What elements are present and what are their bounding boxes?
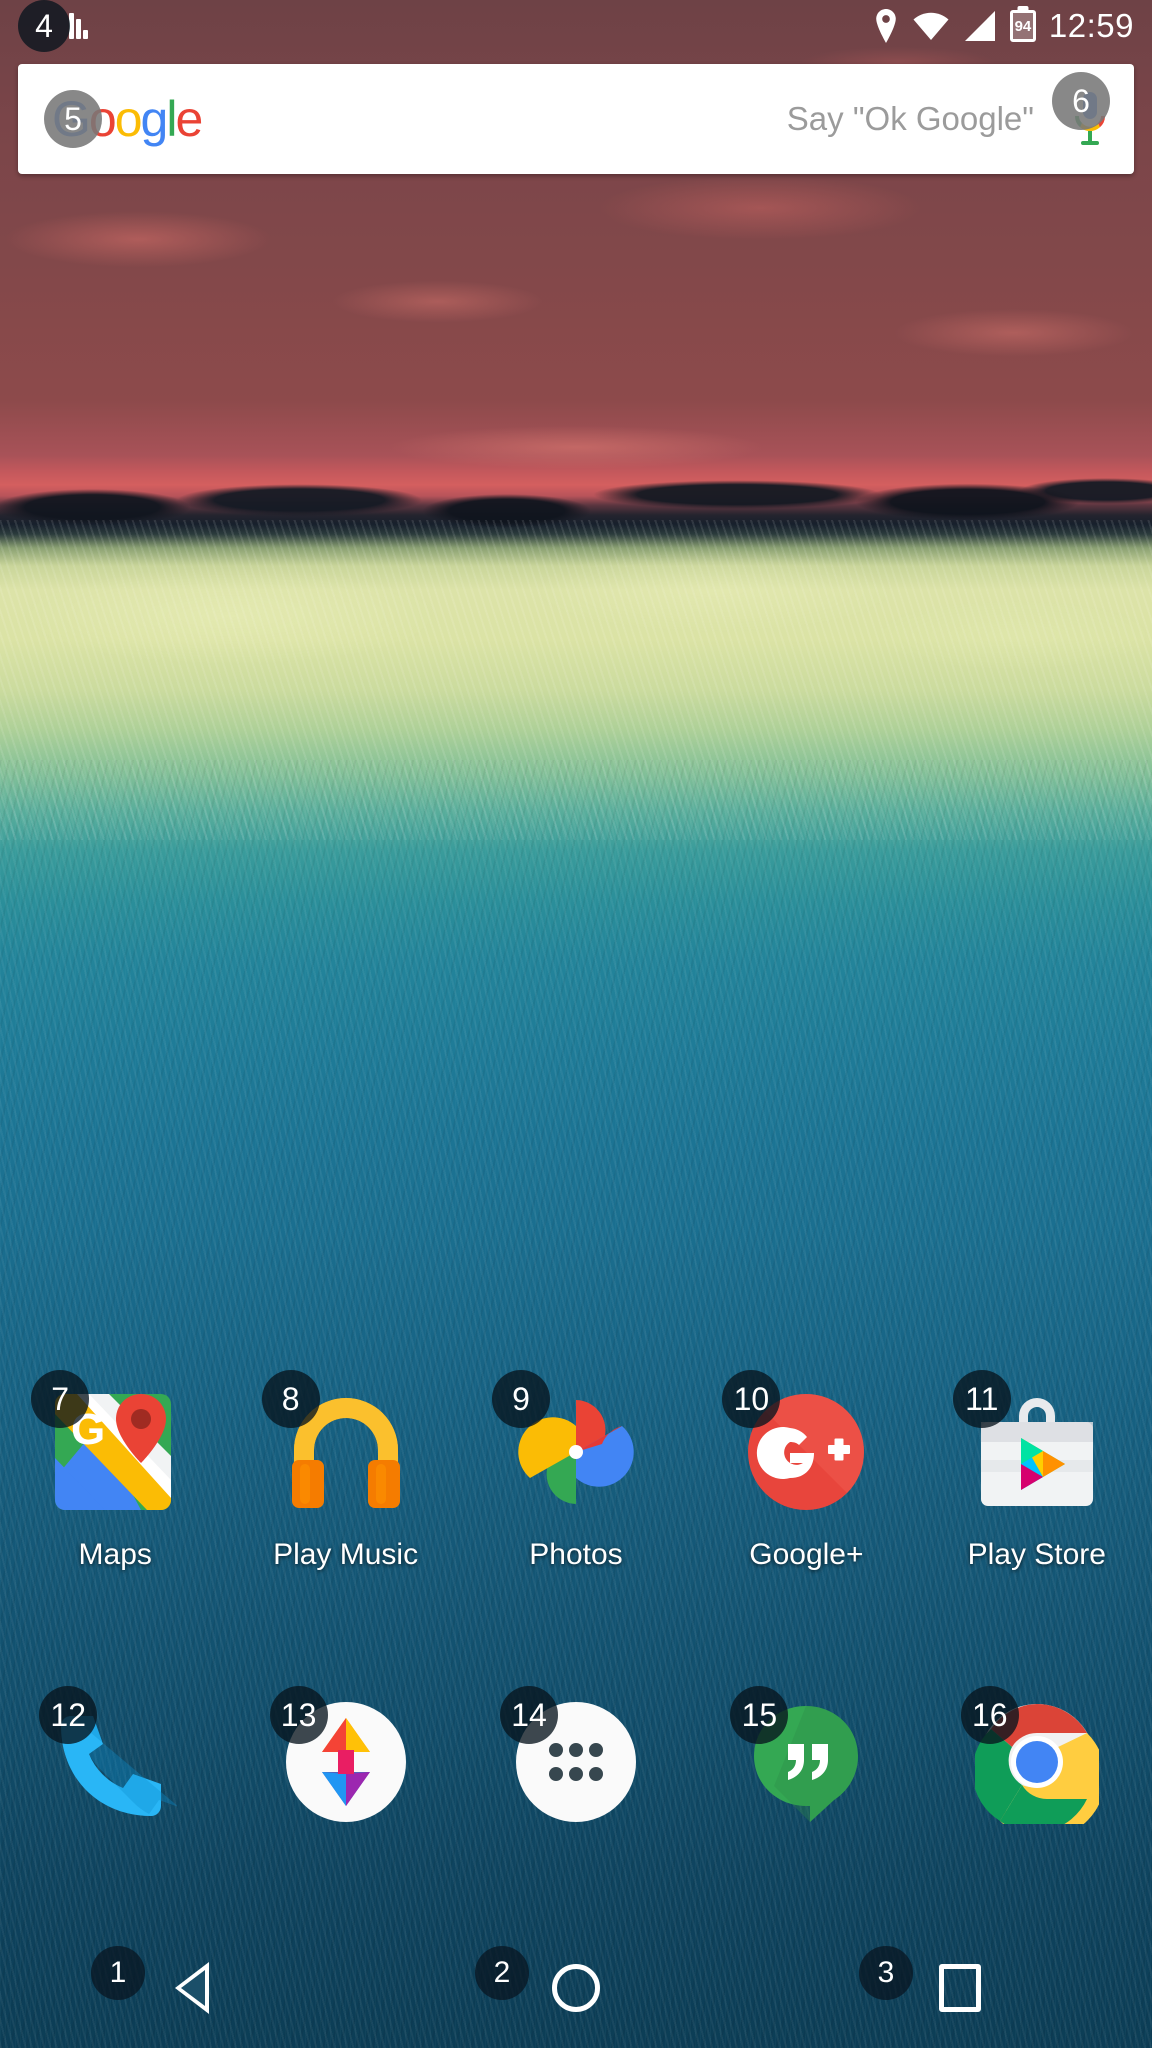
nav-recents-button[interactable]: 3	[859, 1928, 1035, 2048]
annotation-badge-1: 1	[91, 1946, 145, 2000]
clock: 12:59	[1048, 7, 1134, 44]
hangouts-icon[interactable]: 15	[730, 1686, 868, 1824]
app-drawer-icon[interactable]: 14	[499, 1686, 638, 1824]
status-bar-right: 94 12:59	[873, 7, 1134, 45]
annotation-badge-12: 12	[39, 1686, 98, 1744]
volume-bars-icon	[69, 13, 88, 39]
annotation-badge-11: 11	[952, 1370, 1011, 1428]
dock-chrome[interactable]: 16	[922, 1686, 1152, 1839]
chrome-icon[interactable]: 16	[960, 1686, 1106, 1839]
app-label: Play Store	[967, 1538, 1106, 1571]
annotation-badge-8: 8	[261, 1370, 320, 1428]
microphone-icon[interactable]: 6	[1052, 72, 1112, 148]
annotation-badge-13: 13	[269, 1686, 328, 1744]
annotation-badge-3: 3	[859, 1946, 913, 2000]
dock-hangouts[interactable]: 15	[691, 1686, 921, 1824]
nova-launcher-icon[interactable]: 13	[269, 1686, 408, 1824]
app-google-plus[interactable]: 10 Google+	[691, 1370, 921, 1571]
annotation-badge-4: 4	[18, 0, 70, 52]
annotation-badge-10: 10	[722, 1370, 781, 1428]
cell-signal-icon	[964, 11, 995, 41]
nav-back-button[interactable]: 1	[91, 1928, 267, 2048]
wifi-icon	[913, 12, 949, 41]
app-label: Maps	[78, 1538, 152, 1571]
app-photos[interactable]: 9 Photos	[461, 1370, 691, 1571]
annotation-badge-5: 5	[44, 90, 102, 148]
battery-icon: 94	[1009, 10, 1036, 42]
back-triangle-inner	[181, 1970, 205, 2006]
google-plus-icon[interactable]: 10	[722, 1370, 872, 1518]
home-circle-icon	[552, 1964, 600, 2012]
dock-app-drawer[interactable]: 14	[461, 1686, 691, 1824]
navigation-bar: 1 2 3	[0, 1928, 1152, 2048]
play-music-icon[interactable]: 8	[261, 1370, 412, 1518]
dock-phone[interactable]: 12	[0, 1686, 230, 1824]
annotation-badge-9: 9	[491, 1370, 550, 1428]
annotation-badge-14: 14	[499, 1686, 558, 1744]
google-photos-icon[interactable]: 9	[491, 1370, 642, 1518]
battery-level: 94	[1014, 17, 1032, 35]
status-bar: 4 94 12:59	[0, 0, 1152, 52]
app-label: Google+	[749, 1538, 864, 1571]
app-play-music[interactable]: 8 Play Music	[230, 1370, 460, 1571]
search-hint-text[interactable]: Say "Ok Google"	[787, 100, 1034, 138]
app-play-store[interactable]: 11 Play Store	[922, 1370, 1152, 1571]
status-bar-left: 4	[18, 0, 88, 52]
play-store-icon[interactable]: 11	[952, 1370, 1103, 1518]
app-label: Photos	[529, 1538, 623, 1571]
google-search-bar[interactable]: 5 Google Say "Ok Google" 6	[18, 64, 1134, 174]
app-grid: 7 G Maps 8 Play Music 9 Photos 10 Google…	[0, 1370, 1152, 1571]
annotation-badge-7: 7	[31, 1370, 90, 1428]
annotation-badge-2: 2	[475, 1946, 529, 2000]
app-maps[interactable]: 7 G Maps	[0, 1370, 230, 1571]
annotation-badge-6: 6	[1052, 72, 1110, 130]
dock-nova-launcher[interactable]: 13	[230, 1686, 460, 1824]
location-pin-icon	[876, 9, 896, 43]
app-label: Play Music	[273, 1538, 419, 1571]
google-maps-icon[interactable]: 7 G	[31, 1370, 181, 1518]
annotation-badge-16: 16	[960, 1686, 1019, 1744]
phone-icon[interactable]: 12	[39, 1686, 188, 1824]
nav-home-button[interactable]: 2	[475, 1928, 651, 2048]
annotation-badge-15: 15	[730, 1686, 789, 1744]
dock: 12 13 14 15 16	[0, 1686, 1152, 1839]
home-screen: 4 94 12:59 5 Google	[0, 0, 1152, 2048]
recents-square-icon	[939, 1964, 981, 2012]
